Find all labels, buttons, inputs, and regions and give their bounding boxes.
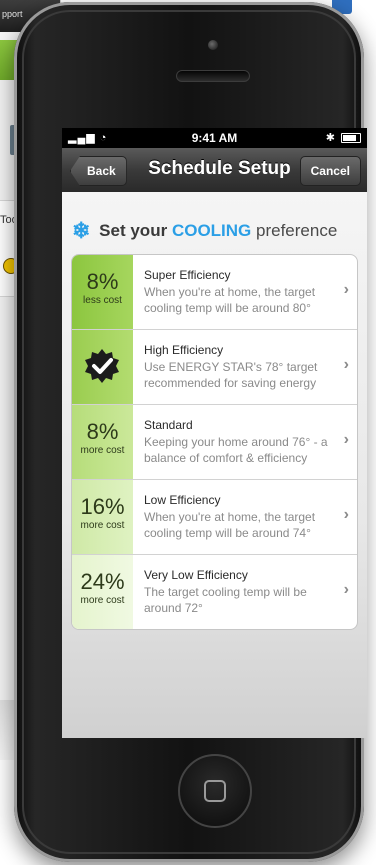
chevron-right-icon: › [343,356,349,373]
cancel-button[interactable]: Cancel [299,156,361,186]
option-description: When you're at home, the target cooling … [144,285,316,315]
energy-star-check-icon [85,349,119,383]
option-description: The target cooling temp will be around 7… [144,585,307,615]
cost-percent: 8% [86,269,119,294]
efficiency-options-list: 8% less cost Super Efficiency When you'r… [71,254,358,630]
option-very-low-efficiency[interactable]: 24% more cost Very Low Efficiency The ta… [72,555,357,629]
chevron-right-icon: › [343,431,349,448]
phone-frame: ▂▄▆ ◔ 9:41 AM ✱ Back Schedule Setup Canc… [14,2,367,862]
heading-mode: COOLING [171,221,252,240]
chevron-right-icon: › [343,506,349,523]
back-button[interactable]: Back [70,156,127,186]
option-standard[interactable]: 8% more cost Standard Keeping your home … [72,405,357,480]
cost-badge: 24% more cost [72,555,133,629]
content-area: ❄ Set your COOLING preference 8% less co… [62,192,367,738]
option-description: Keeping your home around 76° - a balance… [144,435,328,465]
option-high-efficiency[interactable]: High Efficiency Use ENERGY STAR's 78° ta… [72,330,357,405]
heading-suffix: preference [256,221,338,240]
camera-icon [208,40,218,50]
page-title: Schedule Setup [148,158,291,179]
cost-label: more cost [80,595,125,606]
option-title: Very Low Efficiency [144,568,248,582]
battery-icon [341,133,361,144]
navigation-bar: Back Schedule Setup Cancel [62,148,367,193]
home-button[interactable] [178,754,252,828]
status-bar: ▂▄▆ ◔ 9:41 AM ✱ [62,128,367,148]
status-time: 9:41 AM [191,131,238,145]
cost-label: more cost [80,445,125,456]
cost-percent: 16% [80,494,125,519]
preference-heading: ❄ Set your COOLING preference [72,218,337,244]
home-square-icon [204,780,226,802]
snowflake-icon: ❄ [72,218,91,243]
option-title: Standard [144,418,193,432]
cost-percent: 24% [80,569,125,594]
option-description: When you're at home, the target cooling … [144,510,316,540]
phone-screen: ▂▄▆ ◔ 9:41 AM ✱ Back Schedule Setup Canc… [62,128,367,738]
cost-percent: 8% [86,419,119,444]
option-super-efficiency[interactable]: 8% less cost Super Efficiency When you'r… [72,255,357,330]
cost-badge: 16% more cost [72,480,133,554]
chevron-right-icon: › [343,281,349,298]
background-topbar-text: pport [2,9,23,19]
cost-label: more cost [80,520,125,531]
energy-star-badge [72,330,133,404]
heading-prefix: Set your [99,221,168,240]
option-title: High Efficiency [144,343,224,357]
option-title: Super Efficiency [144,268,231,282]
cost-label: less cost [83,295,122,306]
status-right: ✱ [326,131,361,144]
bluetooth-icon: ✱ [325,132,335,144]
option-title: Low Efficiency [144,493,221,507]
option-low-efficiency[interactable]: 16% more cost Low Efficiency When you're… [72,480,357,555]
cost-badge: 8% more cost [72,405,133,479]
cost-badge: 8% less cost [72,255,133,329]
speaker-grille [176,70,250,82]
option-description: Use ENERGY STAR's 78° target recommended… [144,360,318,390]
chevron-right-icon: › [343,581,349,598]
